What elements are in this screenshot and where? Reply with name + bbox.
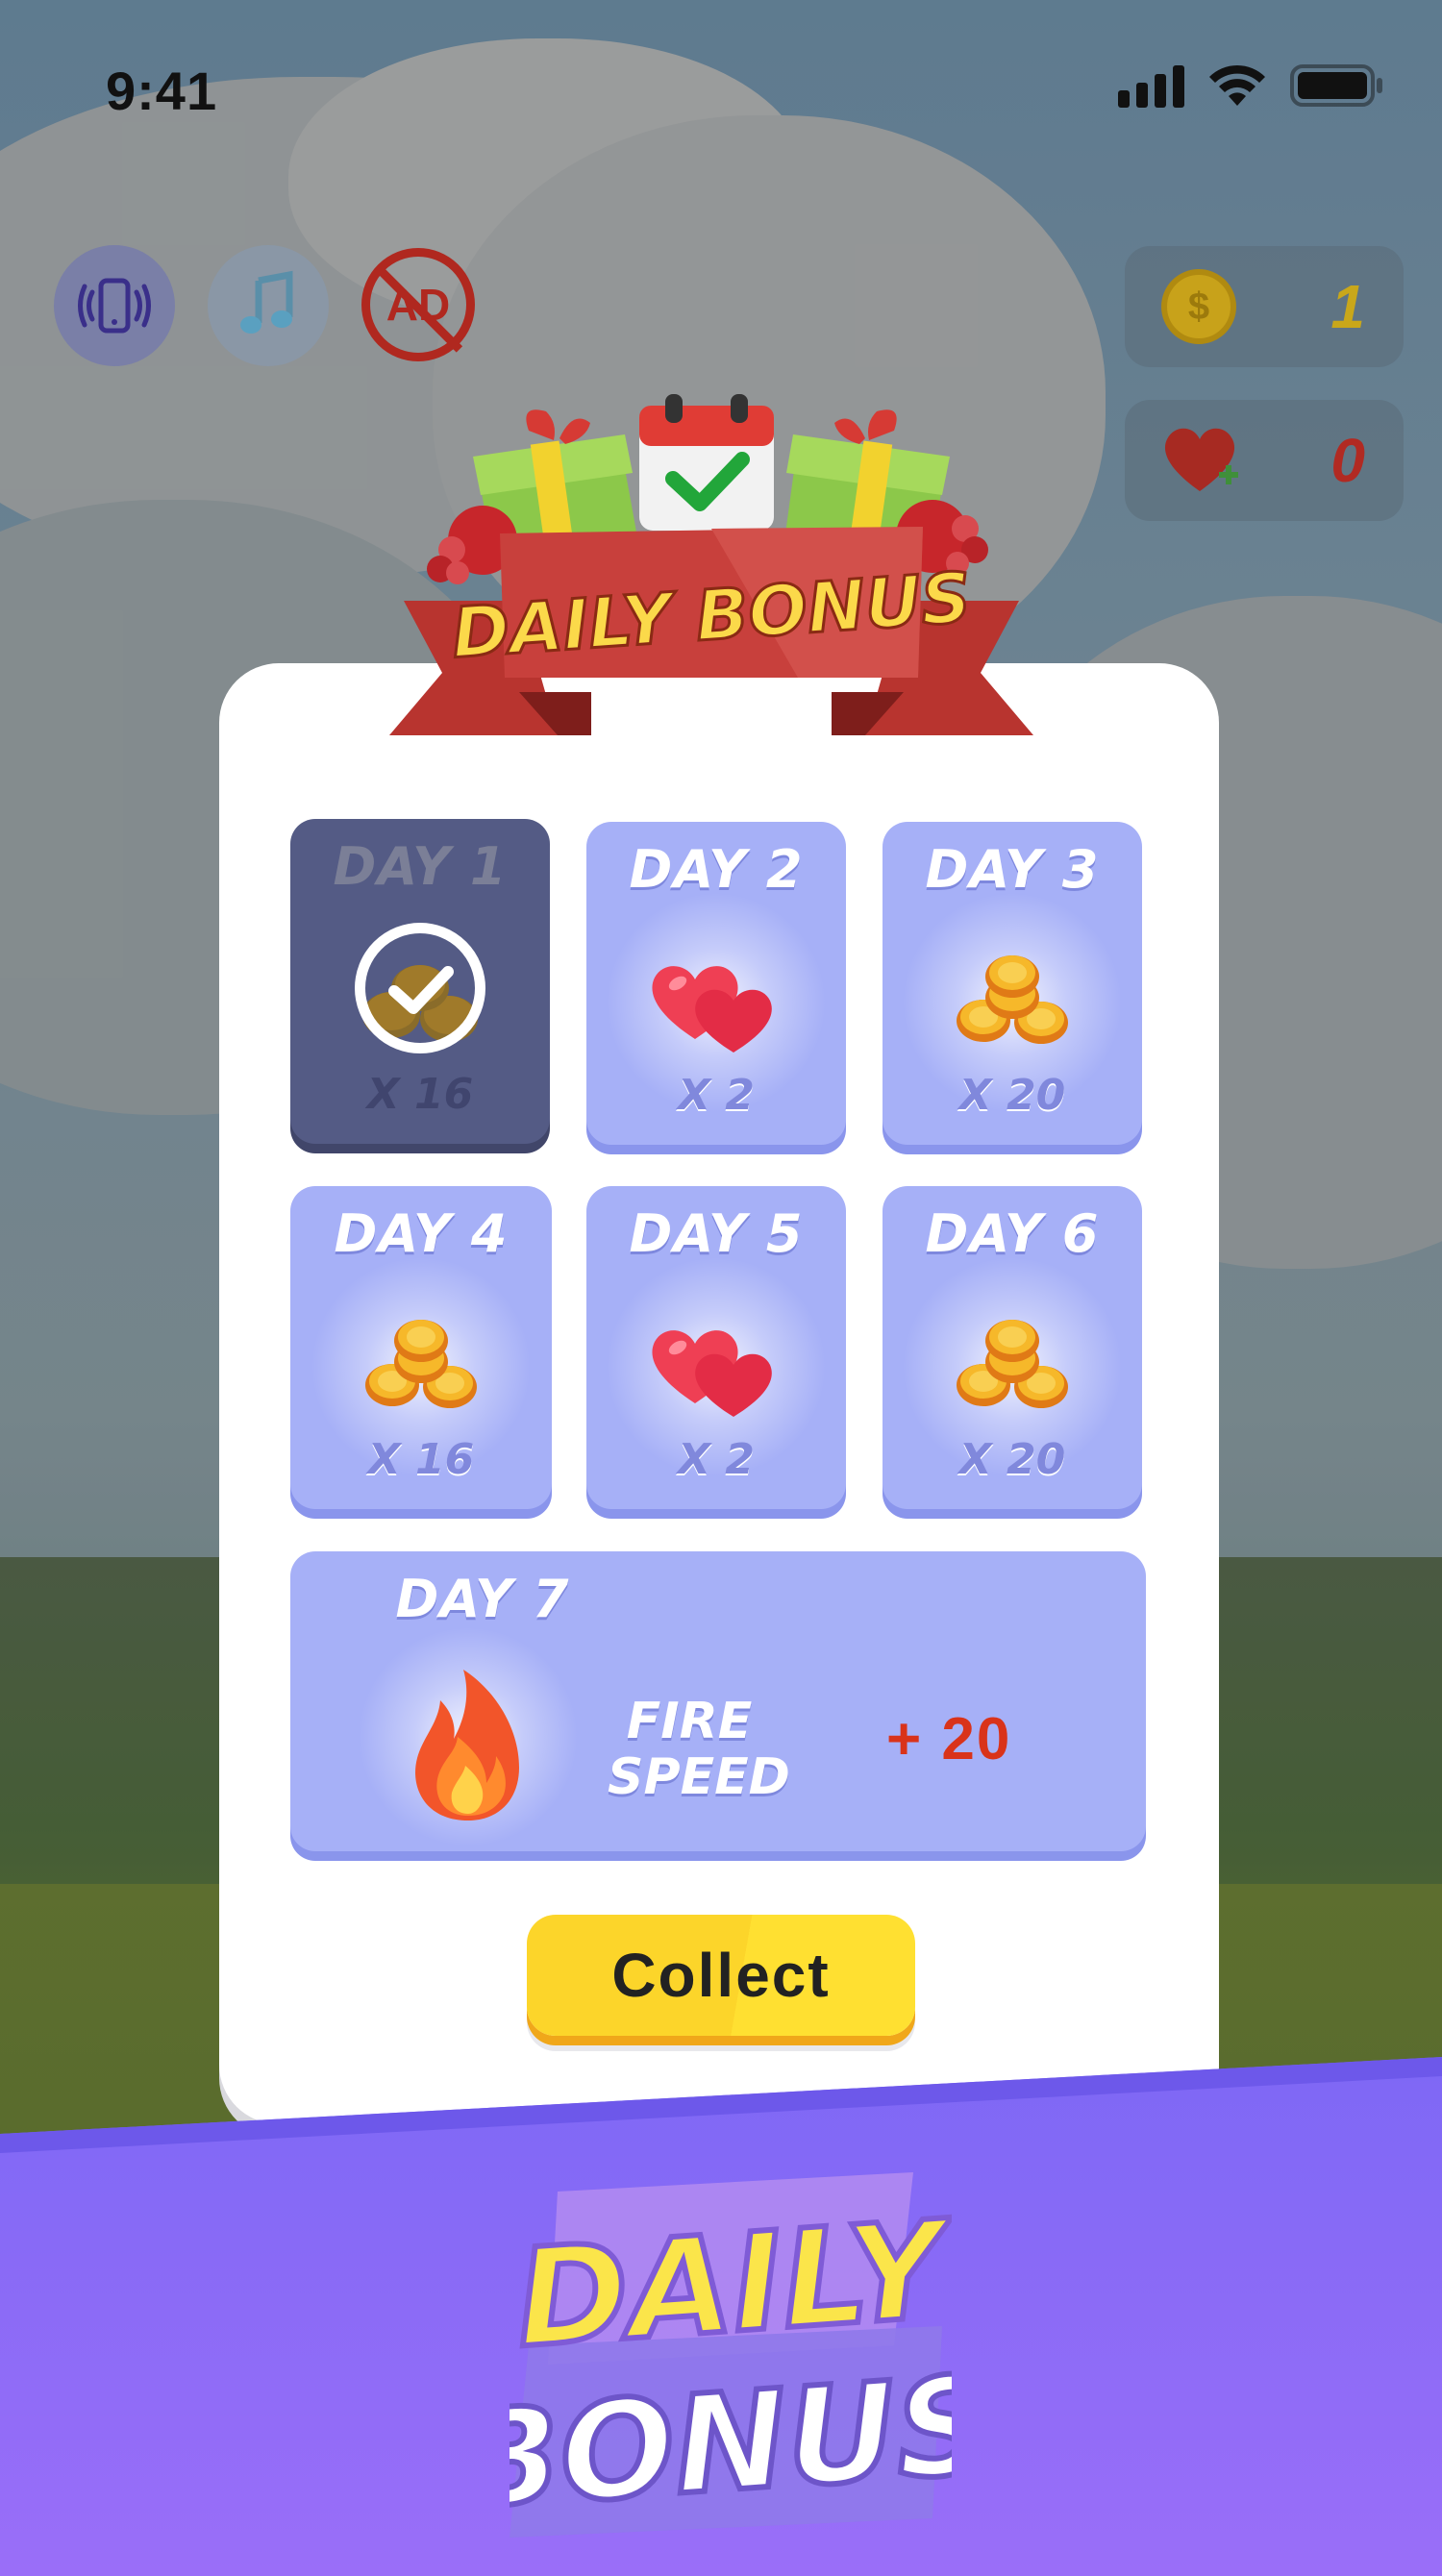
coin-icon: $ [1161, 269, 1236, 344]
day-label: DAY 1 [333, 836, 508, 897]
no-ads-button[interactable]: AD [361, 248, 475, 361]
coin-stack-icon [957, 1320, 1068, 1409]
heart-counter: 0 [1125, 400, 1404, 521]
coin-count: 1 [1330, 272, 1365, 341]
reward-quantity: X 20 [958, 1435, 1066, 1484]
reward-quantity: X 2 [678, 1071, 755, 1120]
music-note-icon [240, 270, 293, 334]
heart-plus-icon [1164, 428, 1238, 491]
reward-quantity: X 16 [366, 1070, 474, 1119]
coin-stack-icon [957, 955, 1068, 1045]
status-icons [1118, 63, 1384, 108]
cellular-signal-icon [1118, 63, 1184, 108]
fire-speed-amount: + 20 [886, 1706, 1012, 1772]
day-label: DAY 3 [925, 839, 1100, 900]
reward-quantity: X 20 [958, 1071, 1066, 1120]
daily-bonus-header: DAILY BONUS [389, 394, 1033, 735]
reward-quantity: X 16 [367, 1435, 475, 1484]
fire-speed-label: FIRE SPEED [608, 1693, 790, 1806]
day-tile-3[interactable]: DAY 3 X 20 [883, 822, 1142, 1145]
coin-stack-icon [365, 1320, 477, 1409]
calendar-check-icon [639, 394, 774, 531]
claimed-check-icon [355, 922, 485, 1053]
hearts-icon [652, 1330, 772, 1418]
music-toggle-button[interactable] [208, 245, 329, 366]
day-label: DAY 2 [629, 839, 804, 900]
heart-count: 0 [1330, 426, 1365, 495]
collect-button[interactable]: Collect [527, 1915, 915, 2036]
fire-speed-line2: SPEED [608, 1748, 790, 1806]
promo-title-line2: BONUS [510, 2347, 952, 2538]
day-tile-6[interactable]: DAY 6 X 20 [883, 1186, 1142, 1509]
fire-icon [415, 1670, 519, 1821]
fire-speed-line1: FIRE [626, 1693, 753, 1750]
vibration-toggle-button[interactable] [54, 245, 175, 366]
day-tile-4[interactable]: DAY 4 X 16 [290, 1186, 552, 1509]
day-tile-2[interactable]: DAY 2 X 2 [586, 822, 846, 1145]
day-label: DAY 6 [925, 1203, 1100, 1264]
battery-icon [1290, 64, 1382, 107]
day-tile-7[interactable]: DAY 7 FIRE SPEED + 20 [290, 1551, 1146, 1851]
vibration-icon [78, 278, 151, 334]
status-time: 9:41 [106, 61, 218, 121]
reward-quantity: X 2 [678, 1435, 755, 1484]
day-tile-5[interactable]: DAY 5 X 2 [586, 1186, 846, 1509]
promo-title-line1: DAILY [511, 2192, 952, 2379]
day-label: DAY 4 [334, 1203, 509, 1264]
hearts-icon [652, 966, 772, 1053]
day-label: DAY 7 [395, 1569, 570, 1629]
day-tile-1[interactable]: DAY 1 X 16 [290, 819, 550, 1144]
coin-counter: $ 1 [1125, 246, 1404, 367]
wifi-icon [1209, 64, 1265, 106]
promo-title: DAILY BONUS [510, 2172, 952, 2538]
day-label: DAY 5 [629, 1203, 804, 1264]
